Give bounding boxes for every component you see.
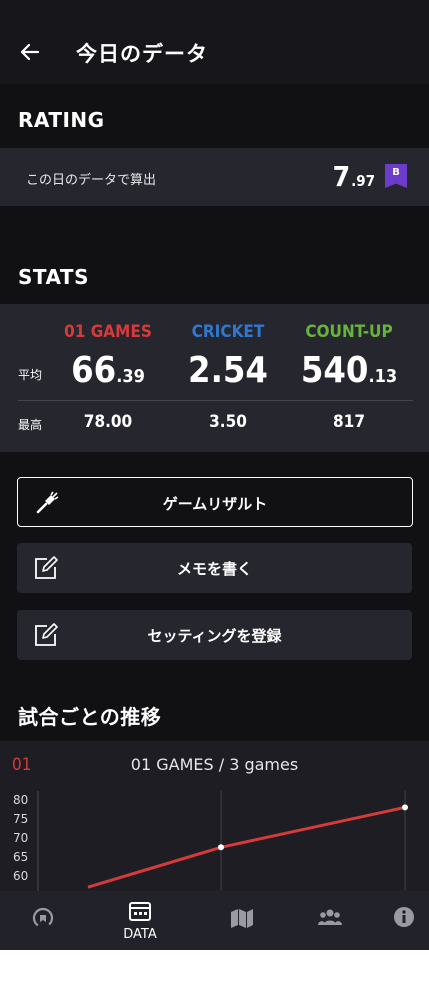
nav-data[interactable]: DATA: [97, 891, 183, 950]
bottom-nav: DATA: [0, 891, 429, 950]
calendar-icon: [129, 902, 151, 921]
max-01games: 78.00: [83, 412, 133, 432]
chart-plot: 80 75 70 65 60: [13, 791, 408, 891]
rating-value: 7.97: [333, 160, 375, 193]
stats-header-countup: COUNT-UP: [305, 322, 393, 342]
top-bar: 今日のデータ: [0, 0, 429, 84]
nav-friends[interactable]: [286, 891, 372, 950]
stats-header-01games: 01 GAMES: [64, 322, 152, 342]
avg-countup-dec: .13: [368, 366, 398, 387]
avg-countup-int: 540: [300, 350, 369, 391]
write-memo-label: メモを書く: [176, 560, 252, 578]
rating-value-dec: .97: [351, 172, 375, 190]
max-row-label: 最高: [18, 418, 43, 432]
stats-divider: [18, 400, 413, 401]
map-icon: [231, 909, 253, 928]
avg-row-label: 平均: [18, 368, 43, 382]
chart-series-line: [87, 805, 406, 889]
page-title: 今日のデータ: [76, 42, 208, 66]
friends-icon: [318, 909, 342, 925]
avg-01games: 66.39: [43, 350, 173, 391]
stats-table: 01 GAMES CRICKET COUNT-UP 平均 66.39 2.54 …: [0, 304, 429, 452]
nav-rating[interactable]: [0, 891, 86, 950]
register-setting-button[interactable]: セッティングを登録: [17, 610, 412, 660]
chart-data-point: [402, 804, 408, 811]
trend-section-title: 試合ごとの推移: [18, 705, 162, 729]
avg-01games-dec: .39: [116, 366, 145, 387]
nav-map[interactable]: [198, 891, 284, 950]
nav-data-label: DATA: [123, 927, 157, 942]
avg-01games-int: 66: [71, 350, 117, 391]
app-screen: 今日のデータ RATING この日のデータで算出 7.97 B STATS 01…: [0, 0, 429, 950]
rating-label: この日のデータで算出: [26, 173, 157, 188]
chart-data-point: [218, 844, 224, 851]
chart-y-tick-label: 65: [13, 850, 28, 864]
avg-countup: 540.13: [284, 350, 414, 391]
avg-cricket: 2.54: [163, 350, 293, 391]
stats-header-cricket: CRICKET: [191, 322, 265, 342]
info-icon: [394, 907, 414, 927]
register-setting-label: セッティングを登録: [147, 627, 282, 645]
nav-info[interactable]: [361, 891, 429, 950]
trend-chart: 01 01 GAMES / 3 games 80 75 70 65 60: [0, 741, 429, 891]
chart-y-tick-label: 75: [13, 812, 28, 826]
rating-value-int: 7: [332, 160, 352, 193]
max-cricket: 3.50: [209, 412, 247, 432]
rating-class-badge: B: [385, 164, 407, 188]
rating-section-title: RATING: [18, 108, 105, 132]
stats-section-title: STATS: [18, 265, 89, 289]
game-result-button[interactable]: ゲームリザルト: [17, 477, 413, 527]
rating-gauge-icon: [32, 907, 54, 929]
chart-y-tick-label: 60: [13, 869, 28, 883]
rating-row: この日のデータで算出 7.97 B: [0, 148, 429, 206]
chart-y-tick-label: 80: [13, 793, 28, 807]
game-result-label: ゲームリザルト: [162, 495, 268, 513]
chart-y-tick-label: 70: [13, 831, 28, 845]
avg-cricket-int: 2.54: [188, 350, 268, 391]
write-memo-button[interactable]: メモを書く: [17, 543, 412, 593]
arrow-left-icon[interactable]: [18, 40, 42, 64]
max-countup: 817: [333, 412, 365, 432]
